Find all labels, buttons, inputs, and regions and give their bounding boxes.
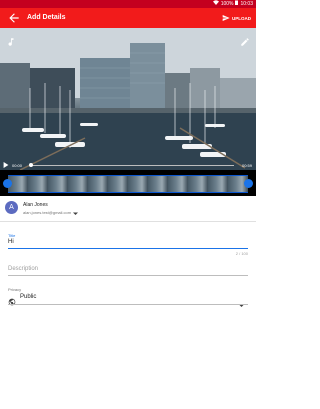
globe-icon	[8, 293, 16, 306]
arrow-back-icon	[9, 13, 19, 23]
app-bar: Add Details UPLOAD	[0, 8, 256, 28]
dropdown-caret-icon[interactable]	[73, 203, 78, 215]
divider	[0, 221, 256, 222]
page-title: Add Details	[27, 14, 66, 21]
duration: 00:59	[241, 163, 252, 168]
privacy-underline	[8, 304, 248, 305]
title-underline	[8, 248, 248, 249]
account-email: alan.jones.test@gmail.com	[23, 210, 72, 215]
thumbnail-strip[interactable]	[8, 175, 248, 193]
title-field[interactable]: Title Hi	[8, 233, 248, 249]
privacy-label: Privacy	[8, 287, 22, 292]
play-icon	[3, 162, 9, 168]
music-note-icon[interactable]	[6, 34, 16, 46]
status-time: 10:03	[240, 1, 253, 7]
avatar: A	[5, 201, 18, 214]
description-underline	[8, 275, 248, 276]
account-selector[interactable]: A Alan Jones alan.jones.test@gmail.com	[0, 199, 256, 221]
video-preview[interactable]	[0, 28, 256, 170]
title-input[interactable]: Hi	[8, 239, 14, 245]
edit-icon[interactable]	[240, 34, 250, 46]
privacy-value: Public	[20, 294, 37, 300]
status-bar: 100% 10:03	[0, 0, 256, 8]
trim-end-handle[interactable]	[244, 179, 253, 188]
description-input[interactable]: Description	[8, 266, 38, 272]
wifi-icon	[212, 0, 219, 8]
battery-percent: 100%	[220, 1, 234, 7]
play-button[interactable]	[3, 162, 9, 169]
seek-bar[interactable]	[30, 165, 234, 166]
trim-timeline	[0, 170, 256, 196]
title-char-counter: 2 / 100	[235, 251, 248, 256]
send-icon	[222, 15, 230, 21]
upload-button[interactable]: UPLOAD	[222, 12, 251, 24]
status-icons: 100% 10:03	[212, 0, 253, 8]
dropdown-caret-icon	[239, 295, 244, 307]
title-label: Title	[8, 233, 16, 238]
trim-start-handle[interactable]	[3, 179, 12, 188]
upload-label: UPLOAD	[232, 15, 251, 21]
back-button[interactable]	[7, 11, 21, 25]
current-time: 00:00	[12, 163, 23, 168]
player-controls: 00:00 00:59	[0, 161, 256, 170]
battery-icon	[235, 0, 239, 8]
seek-thumb[interactable]	[29, 163, 33, 167]
video-frame	[0, 28, 256, 170]
account-name: Alan Jones	[23, 202, 48, 208]
